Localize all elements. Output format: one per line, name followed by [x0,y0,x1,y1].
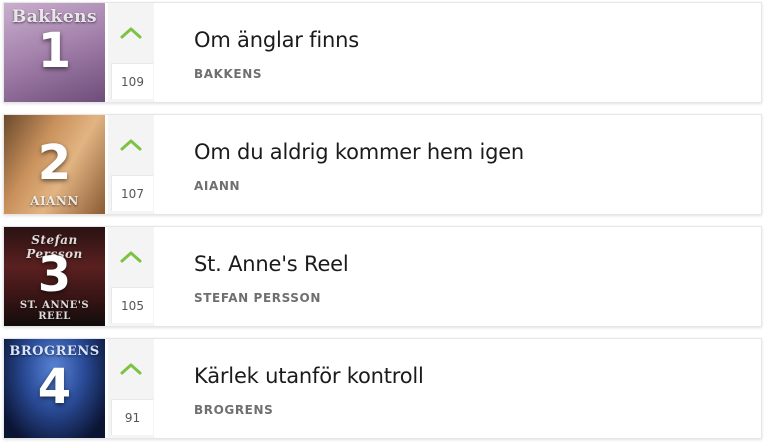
vote-count: 109 [111,63,153,99]
track-info: Om änglar finns BAKKENS [194,3,751,102]
artist-name[interactable]: BAKKENS [194,67,262,81]
upvote-button[interactable] [118,23,144,41]
track-info: St. Anne's Reel STEFAN PERSSON [194,227,751,326]
upvote-button[interactable] [118,359,144,377]
vote-count: 105 [111,287,153,323]
cover-caption: AIANN [30,194,79,208]
rank-number: 3 [37,247,72,303]
rank-number: 2 [37,135,72,191]
track-title[interactable]: Om änglar finns [194,28,359,52]
toplist-entry[interactable]: Stefan Persson 3 ST. ANNE'S REEL 105 St.… [3,226,762,327]
upvote-button[interactable] [118,135,144,153]
artist-name[interactable]: BROGRENS [194,403,273,417]
vote-panel: 109 [108,3,154,102]
upvote-button[interactable] [118,247,144,265]
artist-name[interactable]: AIANN [194,179,240,193]
toplist-entry[interactable]: BROGRENS 4 91 Kärlek utanför kontroll BR… [3,338,762,439]
vote-panel: 105 [108,227,154,326]
chevron-up-icon [120,251,142,263]
vote-panel: 91 [108,339,154,438]
track-info: Om du aldrig kommer hem igen AIANN [194,115,751,214]
chevron-up-icon [120,139,142,151]
chevron-up-icon [120,363,142,375]
album-cover[interactable]: BROGRENS 4 [4,339,105,438]
track-title[interactable]: Om du aldrig kommer hem igen [194,140,524,164]
vote-count: 107 [111,175,153,211]
rank-number: 4 [37,359,72,415]
toplist: Bakkens 1 109 Om änglar finns BAKKENS AI… [0,0,770,447]
track-title[interactable]: Kärlek utanför kontroll [194,364,424,388]
rank-number: 1 [37,23,72,79]
toplist-entry[interactable]: AIANN 2 107 Om du aldrig kommer hem igen… [3,114,762,215]
album-cover[interactable]: Bakkens 1 [4,3,105,102]
cover-caption: BROGRENS [9,344,100,359]
track-title[interactable]: St. Anne's Reel [194,252,349,276]
vote-count: 91 [111,399,153,435]
artist-name[interactable]: STEFAN PERSSON [194,291,321,305]
track-info: Kärlek utanför kontroll BROGRENS [194,339,751,438]
cover-caption-bottom: ST. ANNE'S REEL [19,300,90,322]
toplist-entry[interactable]: Bakkens 1 109 Om änglar finns BAKKENS [3,2,762,103]
album-cover[interactable]: AIANN 2 [4,115,105,214]
chevron-up-icon [120,27,142,39]
vote-panel: 107 [108,115,154,214]
album-cover[interactable]: Stefan Persson 3 ST. ANNE'S REEL [4,227,105,326]
